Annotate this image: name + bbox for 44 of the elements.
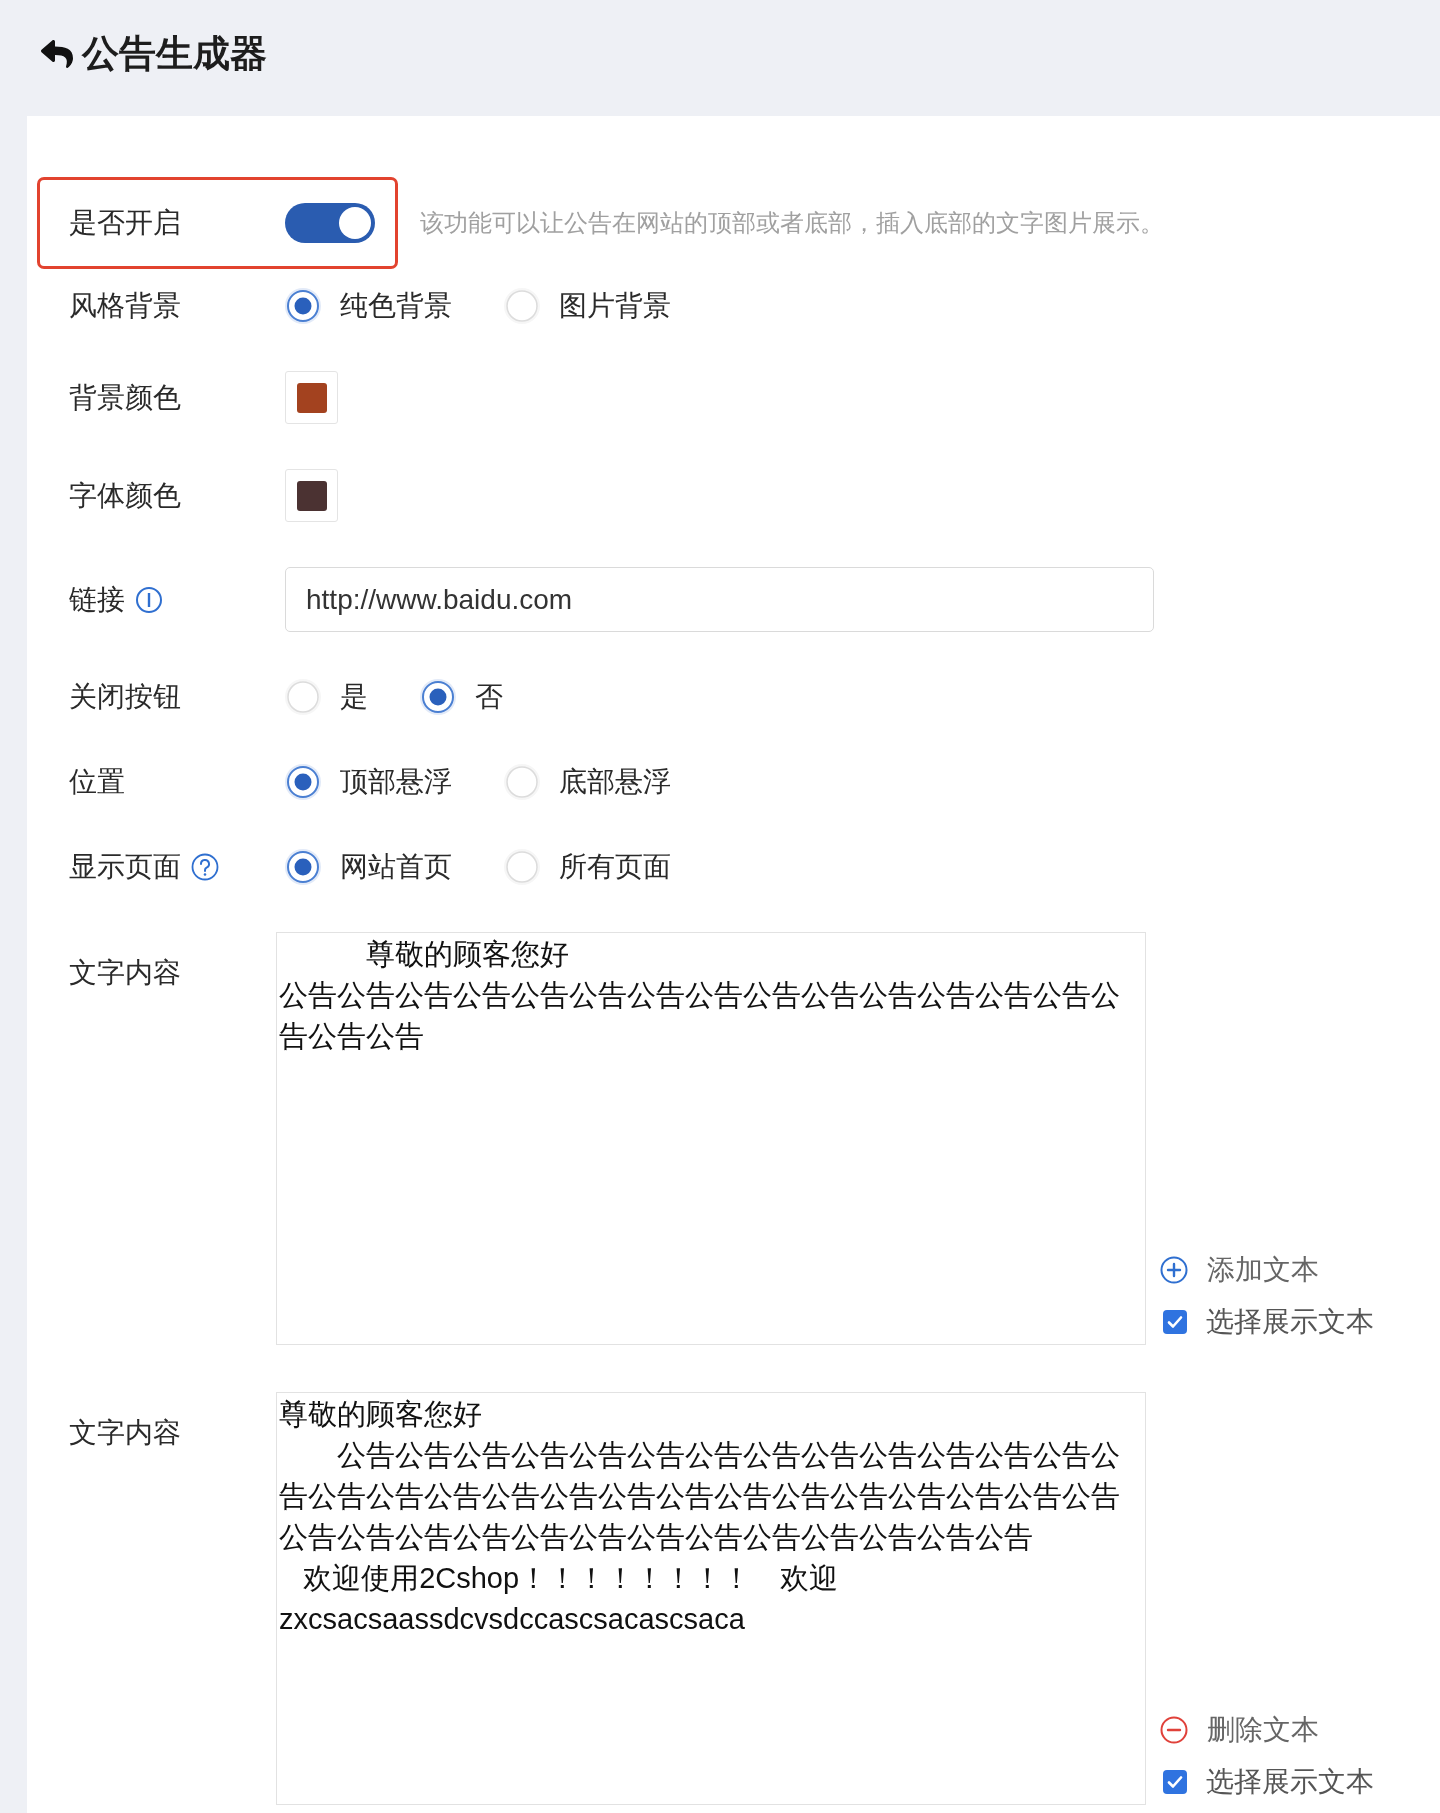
radio-button[interactable]	[420, 679, 456, 715]
field-label: 是否开启	[69, 206, 181, 240]
radio-button[interactable]	[285, 679, 321, 715]
checkbox-label: 选择展示文本	[1206, 1765, 1374, 1799]
info-icon[interactable]	[135, 585, 163, 614]
checkbox[interactable]	[1163, 1310, 1187, 1334]
radio-button[interactable]	[285, 764, 321, 800]
hint-text: 该功能可以让公告在网站的顶部或者底部，插入底部的文字图片展示。	[420, 208, 1164, 238]
field-label: 位置	[69, 765, 125, 799]
text-content-field[interactable]: 尊敬的顾客您好 公告公告公告公告公告公告公告公告公告公告公告公告公告公 告公告公告公告公告公告公告公告公告公告公告公告公告公告公告 公告公告公告公告公告公告公告公告公告公告公告公告公告 欢迎使用2Cshop！！！！！！！！ 欢迎 zxcsacsaassdcvsdccascsacascsaca	[276, 1392, 1146, 1805]
field-label: 背景颜色	[69, 380, 181, 415]
field-label: 关闭按钮	[69, 680, 181, 714]
radio-label: 网站首页	[340, 850, 452, 884]
radio-label: 图片背景	[559, 289, 671, 323]
radio-button[interactable]	[504, 764, 540, 800]
radio-label: 否	[475, 680, 503, 714]
radio-button[interactable]	[504, 849, 540, 885]
toggle-switch[interactable]	[285, 203, 375, 243]
radio-label: 是	[340, 680, 368, 714]
help-icon[interactable]	[191, 853, 219, 881]
radio-label: 底部悬浮	[559, 765, 671, 799]
delete-text-button[interactable]: 删除文本	[1160, 1710, 1374, 1750]
field-label: 显示页面	[69, 850, 181, 884]
field-label: 风格背景	[69, 289, 181, 323]
add-text-button[interactable]: 添加文本	[1160, 1250, 1374, 1290]
checkbox-label: 选择展示文本	[1206, 1305, 1374, 1339]
radio-button[interactable]	[285, 288, 321, 324]
text-content-field[interactable]: 尊敬的顾客您好 公告公告公告公告公告公告公告公告公告公告公告公告公告公告公 告公告公告	[276, 932, 1146, 1345]
plus-circle-icon	[1160, 1256, 1188, 1284]
checkbox[interactable]	[1163, 1770, 1187, 1794]
radio-button[interactable]	[504, 288, 540, 324]
radio-label: 顶部悬浮	[340, 765, 452, 799]
field-label: 字体颜色	[69, 478, 181, 513]
radio-label: 纯色背景	[340, 289, 452, 323]
field-label: 文字内容	[69, 956, 181, 990]
page-title: 公告生成器	[82, 32, 267, 76]
minus-circle-icon	[1160, 1716, 1188, 1744]
color-picker-button[interactable]	[285, 469, 338, 522]
url-input[interactable]: http://www.baidu.com	[285, 567, 1154, 632]
field-label: 文字内容	[69, 1416, 181, 1450]
radio-label: 所有页面	[559, 850, 671, 884]
radio-button[interactable]	[285, 849, 321, 885]
color-picker-button[interactable]	[285, 371, 338, 424]
field-label: 链接	[69, 582, 125, 617]
